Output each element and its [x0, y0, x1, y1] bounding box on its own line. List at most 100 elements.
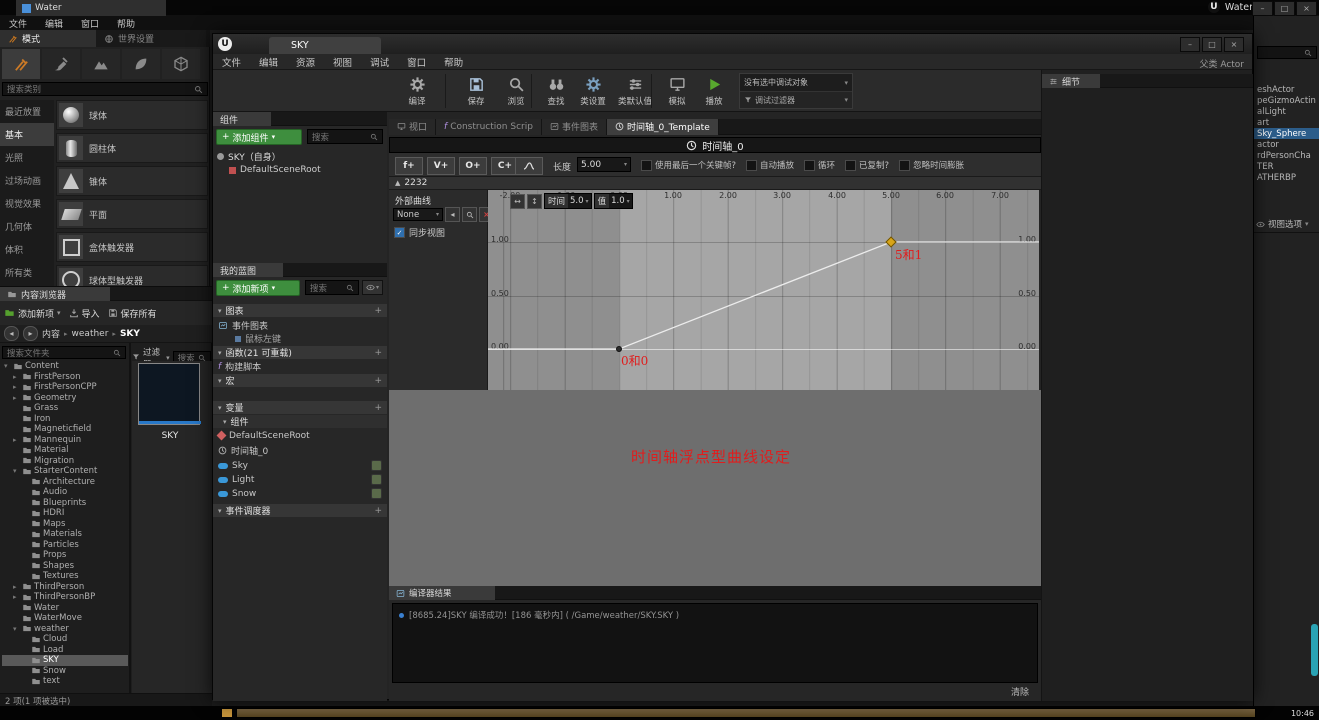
folder-tree-item[interactable]: WaterMove [2, 613, 128, 624]
forward-button[interactable]: ▸ [23, 326, 38, 341]
back-button[interactable]: ◂ [4, 326, 19, 341]
use-selected-asset-button[interactable]: ◂ [445, 207, 460, 222]
tree-expand-arrow[interactable]: ▾ [4, 362, 11, 370]
geometry-mode-button[interactable] [162, 49, 200, 79]
curve-editor[interactable]: -2.00 -1.00 0.00 1.00 2.00 3.00 4.00 5.0… [488, 190, 1039, 390]
close-button[interactable]: × [1296, 1, 1317, 16]
outliner-view-options[interactable]: 视图选项 ▾ [1256, 218, 1309, 230]
folder-tree-item[interactable]: Materials [2, 529, 128, 540]
save-all-button[interactable]: 保存所有 [108, 307, 157, 320]
folder-tree-item[interactable]: Particles [2, 540, 128, 551]
content-browser-tab[interactable]: 内容浏览器 [0, 287, 110, 301]
find-button[interactable]: 查找 [537, 72, 575, 110]
content-browser-splitter[interactable] [129, 343, 131, 693]
track-list-empty-area[interactable]: 时间轴浮点型曲线设定 [389, 390, 1041, 586]
folder-tree-item[interactable]: Iron [2, 414, 128, 425]
sync-view-checkbox[interactable]: ✓ [394, 227, 405, 238]
outliner-search-input[interactable] [1257, 46, 1317, 59]
folder-tree-item[interactable]: Textures [2, 571, 128, 582]
play-button[interactable]: 播放 [695, 72, 733, 110]
class-settings-button[interactable]: 类设置 [574, 72, 612, 110]
maximize-button[interactable]: □ [1202, 37, 1222, 52]
placement-category[interactable]: 视觉效果 [0, 192, 54, 215]
folder-tree-item[interactable]: SKY [2, 655, 128, 666]
tab-construction-script[interactable]: f Construction Scrip [436, 118, 542, 135]
main-menu-item[interactable]: 窗口 [72, 16, 108, 30]
folder-tree-item[interactable]: ▸ FirstPersonCPP [2, 382, 128, 393]
folder-tree-item[interactable]: Load [2, 645, 128, 656]
tree-expand-arrow[interactable]: ▸ [13, 394, 20, 402]
folder-tree-item[interactable]: Cloud [2, 634, 128, 645]
debug-object-dropdown[interactable]: 没有选中调试对象 ▾ [740, 74, 852, 92]
add-macro-button[interactable]: + [374, 376, 382, 386]
modes-search-input[interactable]: 搜索类别 [2, 82, 208, 96]
event-graph-item[interactable]: 事件图表 [213, 319, 387, 332]
add-graph-button[interactable]: + [374, 306, 382, 316]
placement-category[interactable]: 所有类 [0, 261, 54, 284]
blueprint-menu-item[interactable]: 资源 [287, 54, 324, 69]
section-graphs[interactable]: ▾ 图表 + [213, 304, 387, 317]
folder-tree-item[interactable]: Architecture [2, 477, 128, 488]
compiler-results-tab[interactable]: 编译器结果 [389, 586, 495, 600]
main-menu-item[interactable]: 编辑 [36, 16, 72, 30]
blueprint-menu-item[interactable]: 窗口 [398, 54, 435, 69]
variable-visibility-toggle[interactable] [371, 488, 382, 499]
outliner-actor-row[interactable]: rdPersonCha [1254, 150, 1319, 161]
add-dispatcher-button[interactable]: + [374, 506, 382, 516]
placement-item[interactable]: 盒体触发器 [56, 232, 208, 262]
variable-visibility-toggle[interactable] [371, 474, 382, 485]
tree-expand-arrow[interactable]: ▸ [13, 583, 20, 591]
variable-defaultsceneroot[interactable]: DefaultSceneRoot [213, 429, 387, 442]
outliner-actor-row[interactable]: ATHERBP [1254, 172, 1319, 183]
blueprint-menu-item[interactable]: 调试 [361, 54, 398, 69]
placement-category[interactable]: 光照 [0, 146, 54, 169]
paint-mode-button[interactable] [42, 49, 80, 79]
folder-tree-item[interactable]: Grass [2, 403, 128, 414]
variable-visibility-toggle[interactable] [371, 460, 382, 471]
minimize-button[interactable]: – [1180, 37, 1200, 52]
add-component-button[interactable]: + 添加组件 ▾ [216, 129, 302, 145]
asset-tile-sky[interactable]: SKY [138, 363, 204, 443]
variable-timeline[interactable]: 时间轴_0 [213, 444, 387, 457]
visibility-filter-button[interactable]: ▾ [362, 280, 383, 295]
curve-asset-dropdown[interactable]: None ▾ [393, 208, 443, 221]
folder-tree-item[interactable]: ▸ ThirdPersonBP [2, 592, 128, 603]
tree-expand-arrow[interactable]: ▾ [13, 625, 20, 633]
folder-tree-item[interactable]: Water [2, 603, 128, 614]
browse-button[interactable]: 浏览 [497, 72, 535, 110]
foliage-mode-button[interactable] [122, 49, 160, 79]
components-row-sceneroot[interactable]: DefaultSceneRoot [229, 165, 321, 175]
blueprint-window-tab[interactable]: SKY [269, 37, 381, 54]
folder-tree-item[interactable]: Maps [2, 519, 128, 530]
save-button[interactable]: 保存 [457, 72, 495, 110]
tree-expand-arrow[interactable]: ▸ [13, 593, 20, 601]
timeline-option-checkbox[interactable]: 使用最后一个关键帧? [641, 159, 736, 171]
add-track-button[interactable]: O+ [459, 157, 487, 175]
folder-tree-item[interactable]: Magneticfield [2, 424, 128, 435]
add-track-button[interactable]: V+ [427, 157, 455, 175]
taskbar-active-app[interactable] [236, 708, 1256, 718]
section-functions[interactable]: ▾ 函数(21 可重载) + [213, 346, 387, 359]
outliner-actor-row[interactable]: alLight [1254, 106, 1319, 117]
placement-item[interactable]: 锥体 [56, 166, 208, 196]
outliner-actor-row[interactable]: TER [1254, 161, 1319, 172]
variables-category-components[interactable]: ▾ 组件 [213, 415, 387, 428]
breadcrumb-weather[interactable]: weather [72, 329, 109, 339]
close-button[interactable]: × [1224, 37, 1244, 52]
outliner-actor-row[interactable]: actor [1254, 139, 1319, 150]
browse-asset-button[interactable] [462, 207, 477, 222]
debug-filter-row[interactable]: 调试过滤器 ▾ [740, 92, 852, 108]
folder-tree-item[interactable]: ▾ Content [2, 361, 128, 372]
placement-category[interactable]: 基本 [0, 123, 54, 146]
placement-category[interactable]: 过场动画 [0, 169, 54, 192]
level-editor-tab[interactable]: Water [16, 0, 166, 16]
placement-category[interactable]: 最近放置 [0, 100, 54, 123]
components-search-input[interactable]: 搜索 [307, 129, 383, 144]
folder-tree-item[interactable]: Snow [2, 666, 128, 677]
outliner-actor-row[interactable]: peGizmoActin [1254, 95, 1319, 106]
placement-category[interactable]: 几何体 [0, 215, 54, 238]
outliner-actor-row[interactable]: art [1254, 117, 1319, 128]
blueprint-menu-item[interactable]: 文件 [213, 54, 250, 69]
timeline-option-checkbox[interactable]: 已复制? [845, 159, 889, 171]
blueprint-menu-item[interactable]: 编辑 [250, 54, 287, 69]
